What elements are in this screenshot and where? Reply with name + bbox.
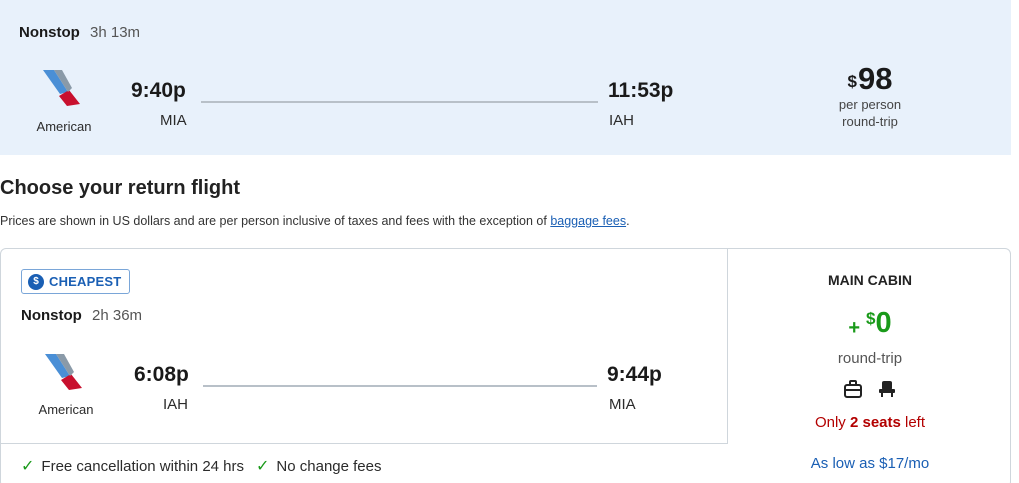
return-arrive-airport: MIA <box>609 396 636 413</box>
price-notice-suffix: . <box>626 214 630 228</box>
perk-label: Free cancellation within 24 hrs <box>41 457 245 475</box>
cabin-name: MAIN CABIN <box>828 272 912 288</box>
outbound-price-per-person: per person <box>838 97 902 112</box>
fare-perks: ✓ Free cancellation within 24 hrs ✓ No c… <box>21 456 394 476</box>
return-stops: Nonstop <box>21 307 82 324</box>
price-notice-text: Prices are shown in US dollars and are p… <box>0 214 551 228</box>
return-airline-name: American <box>38 402 94 417</box>
fare-amenities <box>728 380 1012 398</box>
baggage-fees-link[interactable]: baggage fees <box>550 214 626 228</box>
outbound-airline-name: American <box>36 119 92 134</box>
seats-prefix: Only <box>814 414 850 431</box>
return-flight-details[interactable]: $ CHEAPEST Nonstop 2h 36m American 6:08p… <box>1 249 728 444</box>
checkmark-icon: ✓ <box>256 458 270 475</box>
seat-icon <box>879 381 895 397</box>
return-stops-row: Nonstop 2h 36m <box>21 307 142 324</box>
page-title: Choose your return flight <box>0 177 240 199</box>
perk-no-change-fees: ✓ No change fees <box>256 456 381 476</box>
cheapest-badge: $ CHEAPEST <box>21 269 131 294</box>
fare-price-currency: $ <box>866 309 876 328</box>
outbound-depart-airport: MIA <box>160 112 187 129</box>
price-notice: Prices are shown in US dollars and are p… <box>0 214 630 228</box>
financing-link[interactable]: As low as $17/mo <box>728 455 1012 472</box>
outbound-depart-time: 9:40p <box>131 79 186 102</box>
return-flight-card[interactable]: $ CHEAPEST Nonstop 2h 36m American 6:08p… <box>0 248 1011 483</box>
american-airlines-logo-icon <box>43 70 80 106</box>
outbound-price-block: $98 per person round-trip <box>800 62 940 130</box>
carry-on-bag-icon <box>844 380 862 398</box>
perk-label: No change fees <box>276 457 382 475</box>
outbound-arrive-airport: IAH <box>609 112 635 129</box>
fare-price-plus: + <box>848 317 861 339</box>
outbound-price-trip-type: round-trip <box>842 114 898 129</box>
return-arrive-time: 9:44p <box>607 363 662 386</box>
return-depart-time: 6:08p <box>134 363 189 386</box>
perk-free-cancellation: ✓ Free cancellation within 24 hrs <box>21 456 244 476</box>
return-duration: 2h 36m <box>92 307 143 324</box>
seats-count: 2 seats <box>849 414 901 431</box>
seats-suffix: left <box>900 414 926 431</box>
seats-left: Only 2 seats left <box>728 414 1012 431</box>
main-cabin-fare-option[interactable]: MAIN CABIN + $0 round-trip Only 2 seats l… <box>728 249 1012 483</box>
checkmark-icon: ✓ <box>21 458 35 475</box>
outbound-price-amount: 98 <box>857 61 893 96</box>
outbound-price: $98 <box>800 62 940 96</box>
fare-trip-type: round-trip <box>837 350 903 367</box>
return-route-line <box>203 385 597 387</box>
cheapest-badge-label: CHEAPEST <box>49 274 122 289</box>
outbound-flight-summary[interactable]: Nonstop 3h 13m American 9:40p MIA 11:53p… <box>0 0 1011 155</box>
fare-price: + $0 <box>728 307 1012 340</box>
outbound-price-currency: $ <box>847 72 857 91</box>
fare-price-amount: 0 <box>875 307 892 339</box>
return-depart-airport: IAH <box>163 396 189 413</box>
outbound-duration: 3h 13m <box>90 24 141 41</box>
outbound-arrive-time: 11:53p <box>608 79 674 102</box>
outbound-stops: Nonstop <box>19 24 80 41</box>
american-airlines-logo-icon <box>45 354 82 390</box>
outbound-stops-row: Nonstop 3h 13m <box>19 24 140 41</box>
dollar-badge-icon: $ <box>28 273 44 290</box>
outbound-route-line <box>201 101 598 103</box>
